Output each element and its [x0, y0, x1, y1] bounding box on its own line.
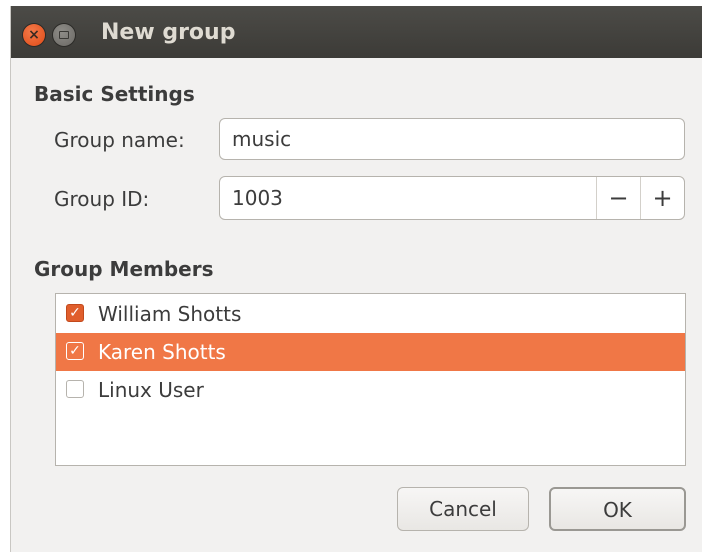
basic-settings-heading: Basic Settings	[34, 82, 195, 106]
member-checkbox[interactable]: ✓	[66, 304, 84, 322]
ok-button[interactable]: OK	[549, 487, 686, 531]
new-group-dialog: × New group Basic Settings Group name: m…	[10, 6, 702, 552]
member-name: Linux User	[98, 378, 204, 402]
group-members-heading: Group Members	[34, 257, 214, 281]
group-id-label: Group ID:	[54, 187, 150, 211]
member-row-karen-shotts[interactable]: ✓ Karen Shotts	[56, 333, 685, 371]
group-members-list[interactable]: ✓ William Shotts ✓ Karen Shotts Linux Us…	[55, 293, 686, 466]
group-id-value[interactable]: 1003	[232, 177, 283, 219]
title-bar[interactable]: × New group	[11, 6, 702, 58]
member-checkbox[interactable]	[66, 380, 84, 398]
member-checkbox[interactable]: ✓	[66, 342, 84, 360]
check-icon: ✓	[69, 305, 81, 321]
group-name-input[interactable]: music	[219, 118, 685, 160]
decrement-button[interactable]: −	[596, 177, 640, 219]
member-name: William Shotts	[98, 302, 242, 326]
member-name: Karen Shotts	[98, 340, 226, 364]
group-name-label: Group name:	[54, 128, 185, 152]
cancel-button[interactable]: Cancel	[397, 487, 529, 531]
increment-button[interactable]: +	[640, 177, 684, 219]
check-icon: ✓	[69, 343, 81, 359]
member-row-linux-user[interactable]: Linux User	[56, 371, 685, 409]
close-icon[interactable]: ×	[23, 24, 45, 46]
window-title: New group	[101, 20, 236, 45]
member-row-william-shotts[interactable]: ✓ William Shotts	[56, 295, 685, 333]
group-id-stepper[interactable]: 1003 − +	[219, 176, 685, 220]
minimize-icon[interactable]	[53, 24, 75, 46]
